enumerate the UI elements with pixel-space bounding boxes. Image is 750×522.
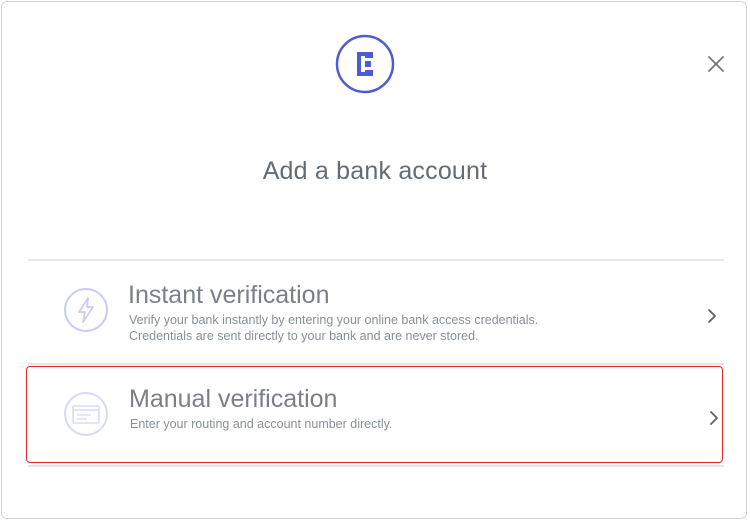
instant-verification-option[interactable]: Instant verification Verify your bank in… xyxy=(26,262,723,363)
add-bank-account-dialog: Add a bank account Instant verification … xyxy=(1,1,747,519)
option-description: Verify your bank instantly by entering y… xyxy=(129,313,539,327)
option-description: Enter your routing and account number di… xyxy=(130,417,393,431)
close-icon[interactable] xyxy=(706,54,726,74)
option-title: Instant verification xyxy=(128,281,330,309)
manual-verification-option[interactable]: Manual verification Enter your routing a… xyxy=(26,366,723,463)
check-document-icon xyxy=(64,392,108,436)
divider xyxy=(28,363,724,365)
chevron-right-icon xyxy=(710,411,718,425)
chevron-right-icon xyxy=(708,309,716,323)
option-title: Manual verification xyxy=(129,385,338,413)
option-description: Credentials are sent directly to your ba… xyxy=(129,329,479,343)
lightning-icon xyxy=(64,288,108,332)
divider xyxy=(28,465,724,467)
brand-logo-icon xyxy=(335,34,395,94)
divider xyxy=(28,259,724,261)
dialog-title: Add a bank account xyxy=(262,157,488,185)
